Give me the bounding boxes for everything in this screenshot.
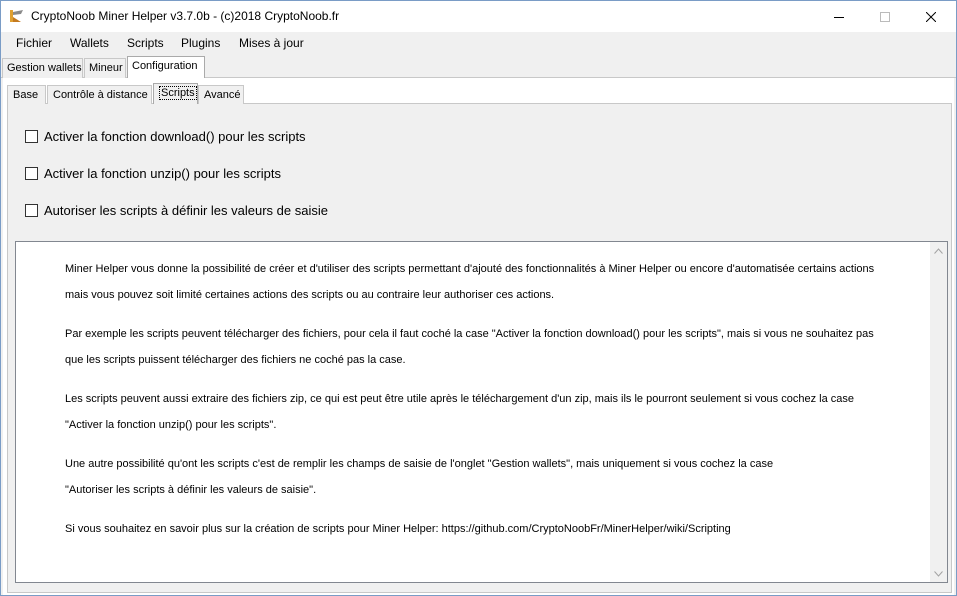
info-line: Les scripts peuvent aussi extraire des f… xyxy=(65,393,854,405)
tab-mineur[interactable]: Mineur xyxy=(84,58,126,78)
close-button[interactable] xyxy=(908,1,954,32)
close-icon xyxy=(926,11,936,22)
maximize-icon xyxy=(880,11,890,22)
title-bar[interactable]: CryptoNoob Miner Helper v3.7.0b - (c)201… xyxy=(1,1,956,32)
menu-fichier[interactable]: Fichier xyxy=(16,36,52,50)
scroll-down-button[interactable] xyxy=(930,565,947,582)
option-unzip[interactable]: Activer la fonction unzip() pour les scr… xyxy=(25,164,281,182)
info-line: Une autre possibilité qu'ont les scripts… xyxy=(65,458,774,470)
menu-bar: Fichier Wallets Scripts Plugins Mises à … xyxy=(1,32,956,56)
menu-scripts[interactable]: Scripts xyxy=(127,36,164,50)
unzip-checkbox[interactable] xyxy=(25,166,38,180)
tab-configuration[interactable]: Configuration xyxy=(127,56,205,78)
tab-controle-a-distance[interactable]: Contrôle à distance xyxy=(47,85,152,104)
info-paragraph: Si vous souhaitez en savoir plus sur la … xyxy=(65,516,895,542)
info-paragraph: Miner Helper vous donne la possibilité d… xyxy=(65,256,895,308)
info-paragraph: Une autre possibilité qu'ont les scripts… xyxy=(65,451,895,503)
unzip-checkbox-label: Activer la fonction unzip() pour les scr… xyxy=(44,165,281,181)
window-title: CryptoNoob Miner Helper v3.7.0b - (c)201… xyxy=(31,9,340,23)
info-paragraph: Les scripts peuvent aussi extraire des f… xyxy=(65,386,895,438)
minimize-icon xyxy=(834,16,844,18)
menu-wallets[interactable]: Wallets xyxy=(70,36,109,50)
info-line: "Activer la fonction unzip() pour les sc… xyxy=(65,419,277,431)
chevron-down-icon xyxy=(934,570,943,577)
app-window: CryptoNoob Miner Helper v3.7.0b - (c)201… xyxy=(0,0,957,596)
menu-plugins[interactable]: Plugins xyxy=(181,36,220,50)
maximize-button[interactable] xyxy=(862,1,908,32)
info-line: "Autoriser les scripts à définir les val… xyxy=(65,484,317,496)
download-checkbox[interactable] xyxy=(25,129,38,143)
info-line: mais vous pouvez soit limité certaines a… xyxy=(65,289,555,301)
info-line: Par exemple les scripts peuvent téléchar… xyxy=(65,328,874,340)
pickaxe-app-icon xyxy=(9,8,25,24)
set-input-values-checkbox-label: Autoriser les scripts à définir les vale… xyxy=(44,202,328,218)
info-line: que les scripts puissent télécharger des… xyxy=(65,354,406,366)
set-input-values-checkbox[interactable] xyxy=(25,203,38,217)
tab-gestion-wallets[interactable]: Gestion wallets xyxy=(2,58,83,78)
info-textbox[interactable]: Miner Helper vous donne la possibilité d… xyxy=(15,241,948,583)
option-set-input-values[interactable]: Autoriser les scripts à définir les vale… xyxy=(25,201,328,219)
minimize-button[interactable] xyxy=(816,1,862,32)
tab-avance[interactable]: Avancé xyxy=(198,85,244,104)
tab-scripts-label: Scripts xyxy=(159,86,197,100)
tab-scripts[interactable]: Scripts xyxy=(153,83,198,104)
info-line: Si vous souhaitez en savoir plus sur la … xyxy=(65,523,731,535)
option-download[interactable]: Activer la fonction download() pour les … xyxy=(25,127,306,145)
info-text: Miner Helper vous donne la possibilité d… xyxy=(65,256,895,555)
tab-base[interactable]: Base xyxy=(7,85,46,104)
info-paragraph: Par exemple les scripts peuvent téléchar… xyxy=(65,321,895,373)
scroll-up-button[interactable] xyxy=(930,242,947,259)
info-line: Miner Helper vous donne la possibilité d… xyxy=(65,263,875,275)
vertical-scrollbar[interactable] xyxy=(930,242,947,582)
menu-mises-a-jour[interactable]: Mises à jour xyxy=(239,36,304,50)
chevron-up-icon xyxy=(934,247,943,254)
download-checkbox-label: Activer la fonction download() pour les … xyxy=(44,128,306,144)
